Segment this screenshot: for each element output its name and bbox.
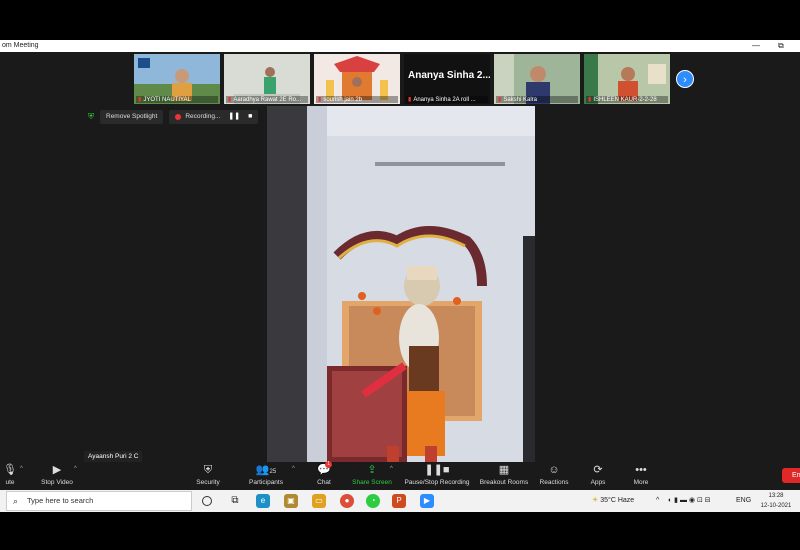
- search-icon: ⌕: [13, 496, 19, 506]
- participants-options-caret[interactable]: ^: [292, 466, 295, 472]
- more-button[interactable]: ••• More: [628, 462, 654, 490]
- chat-icon: 💬: [317, 464, 331, 476]
- muted-mic-icon: ▮: [498, 97, 502, 103]
- share-screen-button[interactable]: ⇪ Share Screen: [350, 462, 394, 490]
- participant-thumbnail[interactable]: Ananya Sinha 2... ▮ Ananya Sinha 2A roll …: [404, 54, 490, 104]
- letterbox-bottom: [0, 512, 800, 550]
- apps-icon: ⟳: [593, 464, 603, 476]
- muted-mic-icon: ▮: [408, 97, 412, 103]
- gallery-strip: ▮ JYOTI NAUTIYAL ▮ Aaradhya Rawat 2E Ro...…: [134, 54, 670, 104]
- clock-time: 13:28: [768, 493, 784, 499]
- tray-status-icons[interactable]: ◐ ▮ ▬ ◉ ⊡ ⊟: [668, 490, 711, 512]
- muted-mic-icon: ▮: [318, 97, 322, 103]
- clock-date: 12-10-2021: [760, 503, 792, 509]
- participant-name: ▮ Ananya Sinha 2A roll ...: [406, 96, 488, 103]
- file-explorer-icon[interactable]: ▭: [312, 494, 326, 508]
- end-meeting-button[interactable]: End: [782, 468, 800, 483]
- microphone-icon: 🎙: [3, 464, 17, 476]
- spotlight-controls: ⛨ Remove Spotlight Recording... ❚❚ ■: [88, 110, 259, 124]
- remove-spotlight-button[interactable]: Remove Spotlight: [100, 110, 164, 124]
- share-screen-icon: ⇪: [367, 464, 377, 476]
- stop-recording-button[interactable]: ■: [248, 110, 252, 124]
- next-page-button[interactable]: ›: [676, 70, 694, 88]
- participants-button[interactable]: 👥25 Participants: [246, 462, 286, 490]
- pause-recording-button[interactable]: ❚❚: [228, 110, 240, 124]
- letterbox-top: [0, 0, 800, 40]
- system-clock[interactable]: 13:28 12-10-2021: [754, 491, 798, 511]
- breakout-rooms-button[interactable]: ▦ Breakout Rooms: [478, 462, 530, 490]
- participant-name: ▮ JYOTI NAUTIYAL: [136, 96, 218, 103]
- meeting-toolbar: 🎙 ute ^ ▶ Stop Video ^ ⛨ Security 👥25 Pa…: [0, 461, 800, 490]
- maximize-button[interactable]: ⧉: [778, 40, 784, 52]
- spotlight-video: [267, 106, 535, 462]
- participant-name: ▮ ISHLEEN KAUR-2-2-28: [586, 96, 668, 103]
- security-button[interactable]: ⛨ Security: [190, 462, 226, 490]
- window-title: om Meeting: [2, 42, 39, 49]
- pause-stop-recording-button[interactable]: ❚❚■ Pause/Stop Recording: [402, 462, 472, 490]
- more-icon: •••: [635, 464, 647, 476]
- store-icon[interactable]: ▣: [284, 494, 298, 508]
- participant-name: ▮ Sakshi Kalra: [496, 96, 578, 103]
- participant-name: ▮ Aaradhya Rawat 2E Ro...: [226, 96, 308, 103]
- video-camera-icon: ▶: [52, 464, 62, 476]
- reactions-button[interactable]: ☺ Reactions: [538, 462, 570, 490]
- recording-indicator: Recording... ❚❚ ■: [169, 110, 259, 124]
- reactions-icon: ☺: [548, 464, 560, 476]
- muted-mic-icon: ▮: [588, 97, 592, 103]
- windows-taskbar: ⌕ Type here to search ⧉ e ▣ ▭ ● ◔ P ▶ ☀ …: [0, 490, 800, 512]
- participant-thumbnail[interactable]: ▮ sourish jain 2b: [314, 54, 400, 104]
- window-titlebar: om Meeting — ⧉: [0, 40, 800, 52]
- recording-dot-icon: [175, 114, 182, 120]
- whatsapp-icon[interactable]: ◔: [366, 494, 380, 508]
- weather-widget[interactable]: ☀ 35°C Haze: [592, 490, 634, 512]
- participant-thumbnail[interactable]: ▮ Sakshi Kalra: [494, 54, 580, 104]
- pause-stop-icon: ❚❚■: [424, 464, 450, 476]
- language-indicator[interactable]: ENG: [736, 490, 751, 512]
- muted-mic-icon: ▮: [138, 97, 142, 103]
- tray-overflow-icon[interactable]: ^: [656, 490, 659, 512]
- minimize-button[interactable]: —: [752, 40, 760, 52]
- spotlight-video-scene: [267, 106, 535, 462]
- participant-thumbnail[interactable]: ▮ Aaradhya Rawat 2E Ro...: [224, 54, 310, 104]
- self-view-name: Ayaansh Puri 2 C: [84, 451, 143, 462]
- task-view-icon[interactable]: ⧉: [228, 494, 242, 508]
- powerpoint-icon[interactable]: P: [392, 494, 406, 508]
- zoom-screenshot: om Meeting — ⧉ ▮ JYOTI NAUTIYAL ▮ Aaradhya…: [0, 0, 800, 550]
- zoom-icon[interactable]: ▶: [420, 494, 434, 508]
- participant-thumbnail[interactable]: ▮ JYOTI NAUTIYAL: [134, 54, 220, 104]
- cortana-icon[interactable]: [202, 496, 212, 506]
- participants-icon: 👥25: [255, 464, 277, 476]
- share-options-caret[interactable]: ^: [390, 466, 393, 472]
- muted-mic-icon: ▮: [228, 97, 232, 103]
- mute-button[interactable]: 🎙 ute: [0, 462, 20, 490]
- participant-big-name: Ananya Sinha 2...: [408, 70, 490, 81]
- shield-check-icon: ⛨: [88, 112, 94, 121]
- stop-video-button[interactable]: ▶ Stop Video: [36, 462, 78, 490]
- video-options-caret[interactable]: ^: [74, 466, 77, 472]
- chrome-icon[interactable]: ●: [340, 494, 354, 508]
- breakout-rooms-icon: ▦: [498, 464, 510, 476]
- participant-thumbnail[interactable]: ▮ ISHLEEN KAUR-2-2-28: [584, 54, 670, 104]
- taskbar-search-input[interactable]: ⌕ Type here to search: [6, 491, 192, 511]
- participant-name: ▮ sourish jain 2b: [316, 96, 398, 103]
- participants-count: 25: [269, 469, 277, 475]
- edge-icon[interactable]: e: [256, 494, 270, 508]
- mute-options-caret[interactable]: ^: [20, 466, 23, 472]
- sun-haze-icon: ☀: [592, 497, 599, 504]
- chat-unread-badge: 1: [325, 461, 332, 468]
- shield-icon: ⛨: [203, 464, 213, 476]
- apps-button[interactable]: ⟳ Apps: [586, 462, 610, 490]
- chat-button[interactable]: 💬 1 Chat: [312, 461, 336, 490]
